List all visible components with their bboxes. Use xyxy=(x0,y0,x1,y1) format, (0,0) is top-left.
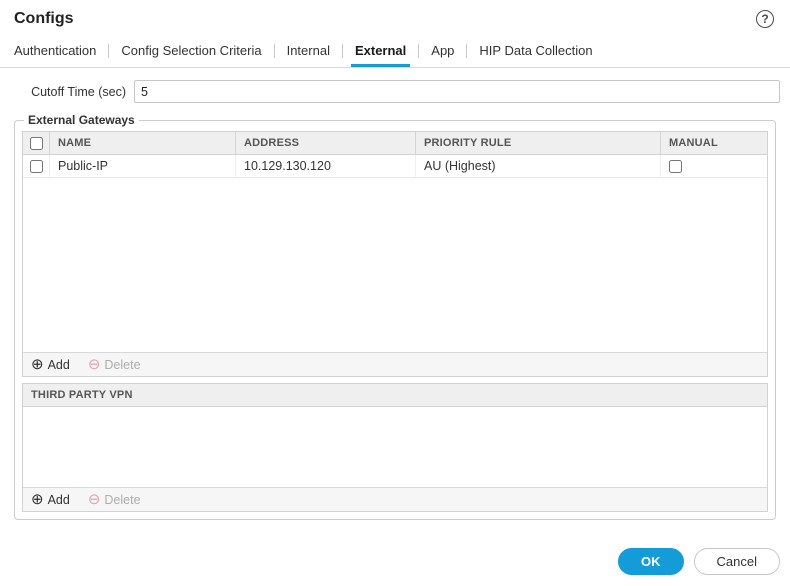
table-row[interactable]: Public-IP 10.129.130.120 AU (Highest) xyxy=(23,155,767,178)
row-select-checkbox[interactable] xyxy=(29,159,43,173)
tab-external[interactable]: External xyxy=(345,40,416,67)
title-bar: Configs ? xyxy=(0,0,790,32)
add-icon: ⊕ xyxy=(31,491,44,508)
column-header-manual[interactable]: MANUAL xyxy=(661,132,767,154)
cell-manual xyxy=(661,155,767,177)
cell-address[interactable]: 10.129.130.120 xyxy=(236,155,416,177)
add-button-label: Add xyxy=(47,357,70,372)
column-header-address[interactable]: ADDRESS xyxy=(236,132,416,154)
delete-icon: ⊖ xyxy=(87,356,101,373)
column-header-name[interactable]: NAME xyxy=(50,132,236,154)
external-gateways-group: External Gateways NAME ADDRESS PRIORITY … xyxy=(14,113,776,520)
cancel-button[interactable]: Cancel xyxy=(693,548,780,575)
third-party-add-button[interactable]: ⊕ Add xyxy=(31,492,70,507)
gateway-table: NAME ADDRESS PRIORITY RULE MANUAL Public… xyxy=(22,131,768,377)
tab-app[interactable]: App xyxy=(421,40,464,67)
tab-bar: Authentication Config Selection Criteria… xyxy=(0,32,790,67)
third-party-delete-button[interactable]: ⊖ Delete xyxy=(88,492,141,507)
help-icon[interactable]: ? xyxy=(756,10,774,28)
tab-authentication[interactable]: Authentication xyxy=(14,40,106,67)
tabs-divider xyxy=(0,67,790,68)
select-all-cell xyxy=(23,132,50,154)
ok-button[interactable]: OK xyxy=(618,548,684,575)
tab-separator xyxy=(418,43,420,58)
dialog-footer: OK Cancel xyxy=(618,548,780,575)
gateway-table-actions: ⊕ Add ⊖ Delete xyxy=(23,352,767,376)
third-party-vpn-body xyxy=(23,407,767,487)
third-party-vpn-table: THIRD PARTY VPN ⊕ Add ⊖ Delete xyxy=(22,383,768,512)
third-party-vpn-actions: ⊕ Add ⊖ Delete xyxy=(23,487,767,511)
page-title: Configs xyxy=(14,10,74,27)
delete-button-label: Delete xyxy=(104,492,141,507)
tab-separator xyxy=(341,43,343,58)
cell-priority-rule[interactable]: AU (Highest) xyxy=(416,155,661,177)
gateway-delete-button[interactable]: ⊖ Delete xyxy=(88,357,141,372)
tab-separator xyxy=(273,43,275,58)
delete-button-label: Delete xyxy=(104,357,141,372)
tab-internal[interactable]: Internal xyxy=(277,40,340,67)
column-header-priority-rule[interactable]: PRIORITY RULE xyxy=(416,132,661,154)
external-gateways-legend: External Gateways xyxy=(28,113,135,127)
manual-checkbox[interactable] xyxy=(669,159,682,173)
row-select-cell xyxy=(23,155,50,177)
tab-separator xyxy=(466,43,468,58)
gateway-table-body: Public-IP 10.129.130.120 AU (Highest) xyxy=(23,155,767,352)
cutoff-time-label: Cutoff Time (sec) xyxy=(31,84,126,99)
select-all-checkbox[interactable] xyxy=(29,136,43,150)
tab-hip-data-collection[interactable]: HIP Data Collection xyxy=(469,40,602,67)
tab-config-selection-criteria[interactable]: Config Selection Criteria xyxy=(111,40,271,67)
cutoff-time-input[interactable] xyxy=(134,80,780,103)
third-party-vpn-header: THIRD PARTY VPN xyxy=(23,384,767,407)
gateway-add-button[interactable]: ⊕ Add xyxy=(31,357,70,372)
add-button-label: Add xyxy=(47,492,70,507)
cutoff-time-row: Cutoff Time (sec) xyxy=(14,80,780,103)
delete-icon: ⊖ xyxy=(87,491,101,508)
gateway-table-header: NAME ADDRESS PRIORITY RULE MANUAL xyxy=(23,132,767,155)
add-icon: ⊕ xyxy=(31,356,44,373)
cell-name[interactable]: Public-IP xyxy=(50,155,236,177)
tab-separator xyxy=(108,43,110,58)
column-header-third-party-vpn[interactable]: THIRD PARTY VPN xyxy=(23,384,767,406)
